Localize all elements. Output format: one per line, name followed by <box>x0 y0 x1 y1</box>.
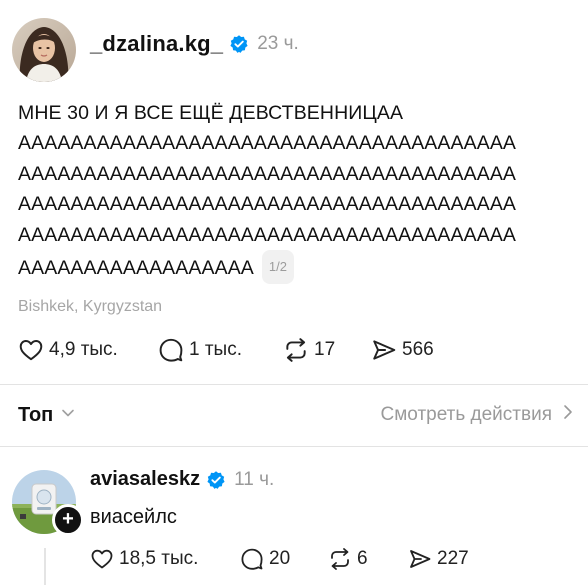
post-text-line: АААААААААААААААААААААААААААААААААААААА <box>18 132 517 155</box>
reply-text: виасейлс <box>90 506 177 528</box>
page-indicator[interactable]: 1/2 <box>261 250 294 285</box>
reply-time: 11 ч. <box>234 468 275 490</box>
reply-like-button[interactable]: 18,5 тыс. <box>90 547 240 571</box>
follow-plus-button[interactable]: + <box>52 504 84 536</box>
post-text-last-line: АААААААААААААААААА 1/2 <box>18 250 583 285</box>
reply-like-count: 18,5 тыс. <box>119 548 199 569</box>
heart-icon <box>90 547 114 571</box>
author-username[interactable]: _dzalina.kg_ <box>90 31 223 57</box>
chevron-down-icon <box>61 406 75 425</box>
chevron-right-icon <box>562 404 574 426</box>
post-header: _dzalina.kg_ 23 ч. <box>12 16 299 84</box>
reply-share-button[interactable]: 227 <box>408 547 469 571</box>
post-text-line: АААААААААААААААААААААААААААААААААААААА <box>18 162 517 185</box>
divider-top <box>0 384 588 385</box>
comment-icon <box>240 547 264 571</box>
sort-dropdown[interactable]: Топ <box>18 404 75 427</box>
sort-label: Топ <box>18 403 54 426</box>
author-row: _dzalina.kg_ 23 ч. <box>90 31 299 57</box>
reply-comment-button[interactable]: 20 <box>240 547 328 571</box>
reply-author-row: aviasaleskz 11 ч. <box>90 468 274 491</box>
see-activity-label: Смотреть действия <box>380 404 552 425</box>
share-icon <box>408 547 432 571</box>
reply-username[interactable]: aviasaleskz <box>90 468 200 491</box>
sort-row: Топ Смотреть действия <box>18 398 574 432</box>
verified-badge-icon <box>229 34 249 54</box>
reply-actions: 18,5 тыс. 20 6 227 <box>90 545 469 573</box>
share-button[interactable]: 566 <box>371 337 434 363</box>
comment-count: 1 тыс. <box>189 339 242 360</box>
see-activity-link[interactable]: Смотреть действия <box>381 404 574 426</box>
reply-repost-count: 6 <box>357 548 368 569</box>
post-location[interactable]: Bishkek, Kyrgyzstan <box>18 298 162 316</box>
verified-badge-icon <box>206 470 226 490</box>
reply-share-count: 227 <box>437 548 469 569</box>
author-avatar[interactable] <box>12 18 76 82</box>
share-icon <box>371 337 397 363</box>
heart-icon <box>18 337 44 363</box>
reply-repost-button[interactable]: 6 <box>328 547 408 571</box>
repost-icon <box>328 547 352 571</box>
post-text-line: АААААААААААААААААААААААААААААААААААААА <box>18 223 517 246</box>
post-text-line: АААААААААААААААААААААААААААААААААААААА <box>18 193 517 216</box>
repost-button[interactable]: 17 <box>283 337 371 363</box>
author-avatar-image <box>12 18 76 82</box>
like-count: 4,9 тыс. <box>49 339 118 360</box>
post-text-line: АААААААААААААААААА <box>18 257 254 280</box>
reply-comment-count: 20 <box>269 548 291 569</box>
share-count: 566 <box>402 339 434 360</box>
post-time: 23 ч. <box>257 33 299 54</box>
comment-icon <box>158 337 184 363</box>
like-button[interactable]: 4,9 тыс. <box>18 337 158 363</box>
post-actions: 4,9 тыс. 1 тыс. 17 566 <box>18 335 434 365</box>
repost-count: 17 <box>314 339 336 360</box>
repost-icon <box>283 337 309 363</box>
divider-bottom <box>0 446 588 447</box>
thread-line <box>44 548 46 585</box>
plus-icon: + <box>62 508 74 530</box>
reply-avatar-wrap: + <box>12 470 84 536</box>
post-text-line: МНЕ 30 И Я ВСЕ ЕЩЁ ДЕВСТВЕННИЦАА <box>18 102 404 124</box>
post-text: МНЕ 30 И Я ВСЕ ЕЩЁ ДЕВСТВЕННИЦАА ААААААА… <box>18 98 583 285</box>
comment-button[interactable]: 1 тыс. <box>158 337 283 363</box>
